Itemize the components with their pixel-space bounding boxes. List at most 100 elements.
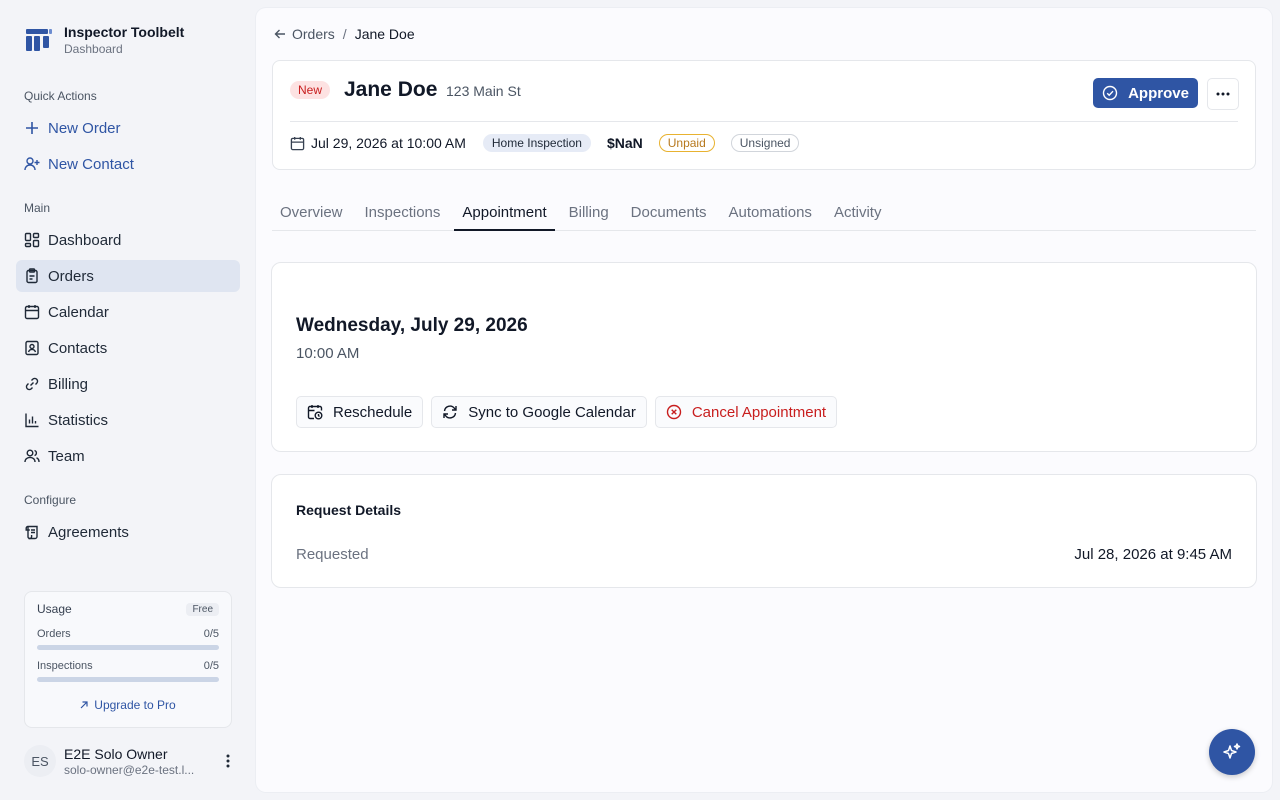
sidebar-item-billing[interactable]: Billing bbox=[16, 368, 240, 400]
sidebar-item-label: Statistics bbox=[48, 411, 109, 429]
requested-value: Jul 28, 2026 at 9:45 AM bbox=[1074, 546, 1232, 563]
reschedule-button[interactable]: Reschedule bbox=[296, 396, 424, 428]
main-heading: Main bbox=[24, 201, 51, 215]
sidebar-item-agreements[interactable]: Agreements bbox=[16, 516, 240, 548]
request-details-title: Request Details bbox=[296, 502, 402, 518]
inspections-usage-value: 0/5 bbox=[203, 660, 219, 672]
sidebar-item-calendar[interactable]: Calendar bbox=[16, 296, 240, 328]
dashboard-icon bbox=[24, 232, 40, 248]
new-contact-label: New Contact bbox=[48, 155, 134, 173]
tab-inspections[interactable]: Inspections bbox=[357, 200, 449, 231]
upgrade-label: Upgrade to Pro bbox=[94, 698, 176, 712]
sidebar-item-label: Orders bbox=[48, 267, 94, 285]
user-profile[interactable]: ES E2E Solo Owner solo-owner@e2e-test.l.… bbox=[24, 744, 240, 778]
order-datetime: Jul 29, 2026 at 10:00 AM bbox=[311, 135, 466, 151]
app-subtitle: Dashboard bbox=[64, 42, 123, 56]
sidebar-item-label: Calendar bbox=[48, 303, 109, 321]
refresh-icon bbox=[442, 404, 458, 420]
scroll-icon bbox=[24, 524, 40, 540]
property-address: 123 Main St bbox=[446, 83, 521, 99]
sparkles-icon bbox=[1222, 742, 1242, 762]
upgrade-link[interactable]: Upgrade to Pro bbox=[37, 698, 219, 712]
tab-billing[interactable]: Billing bbox=[561, 200, 617, 231]
sidebar-item-label: Agreements bbox=[48, 523, 129, 541]
tab-overview[interactable]: Overview bbox=[272, 200, 351, 231]
main-content: Orders / Jane Doe New Jane Doe 123 Main … bbox=[256, 8, 1272, 792]
brand[interactable]: Inspector Toolbelt Dashboard bbox=[16, 0, 240, 80]
more-options-button[interactable] bbox=[1207, 78, 1239, 110]
calendar-icon bbox=[290, 136, 305, 151]
reschedule-label: Reschedule bbox=[333, 403, 413, 421]
order-tabs: Overview Inspections Appointment Billing… bbox=[272, 200, 1256, 231]
appointment-date: Wednesday, July 29, 2026 bbox=[296, 315, 528, 336]
requested-label: Requested bbox=[296, 546, 369, 563]
avatar: ES bbox=[24, 745, 56, 777]
plus-icon bbox=[24, 120, 40, 136]
order-price: $NaN bbox=[606, 135, 643, 151]
sidebar-item-label: Contacts bbox=[48, 339, 108, 357]
breadcrumb-separator: / bbox=[342, 26, 347, 42]
link-icon bbox=[24, 376, 40, 392]
app-title: Inspector Toolbelt bbox=[64, 24, 185, 40]
appointment-card: Wednesday, July 29, 2026 10:00 AM Resche… bbox=[271, 262, 1257, 452]
sidebar-item-label: Billing bbox=[48, 375, 89, 393]
approve-label: Approve bbox=[1128, 84, 1189, 102]
inspections-usage-bar bbox=[37, 677, 219, 682]
quick-actions-heading: Quick Actions bbox=[24, 89, 97, 103]
breadcrumb-orders-link[interactable]: Orders bbox=[292, 26, 335, 42]
tab-documents[interactable]: Documents bbox=[623, 200, 715, 231]
request-details-card: Request Details Requested Jul 28, 2026 a… bbox=[271, 474, 1257, 588]
ellipsis-icon bbox=[1216, 92, 1230, 96]
bar-chart-icon bbox=[24, 412, 40, 428]
tab-activity[interactable]: Activity bbox=[826, 200, 890, 231]
tab-automations[interactable]: Automations bbox=[721, 200, 820, 231]
logo-icon bbox=[24, 25, 54, 55]
new-order-label: New Order bbox=[48, 119, 121, 137]
sidebar-item-orders[interactable]: Orders bbox=[16, 260, 240, 292]
clipboard-icon bbox=[24, 268, 40, 284]
sidebar-item-statistics[interactable]: Statistics bbox=[16, 404, 240, 436]
inspections-usage-label: Inspections bbox=[37, 660, 93, 672]
order-header-card: New Jane Doe 123 Main St Approve Jul 29,… bbox=[272, 60, 1256, 170]
orders-usage-value: 0/5 bbox=[203, 628, 219, 640]
orders-usage-bar bbox=[37, 645, 219, 650]
kebab-menu-icon[interactable] bbox=[220, 751, 236, 771]
ai-assistant-button[interactable] bbox=[1209, 729, 1255, 775]
sync-google-calendar-button[interactable]: Sync to Google Calendar bbox=[431, 396, 647, 428]
sidebar-item-contacts[interactable]: Contacts bbox=[16, 332, 240, 364]
users-icon bbox=[24, 448, 40, 464]
usage-panel: Usage Free Orders 0/5 Inspections 0/5 Up… bbox=[24, 591, 232, 728]
sidebar: Inspector Toolbelt Dashboard Quick Actio… bbox=[0, 0, 256, 800]
usage-title: Usage bbox=[37, 602, 72, 616]
user-plus-icon bbox=[24, 156, 40, 172]
cancel-appointment-button[interactable]: Cancel Appointment bbox=[654, 396, 838, 428]
user-email: solo-owner@e2e-test.l... bbox=[64, 762, 195, 777]
calendar-icon bbox=[24, 304, 40, 320]
sync-label: Sync to Google Calendar bbox=[468, 403, 636, 421]
user-name: E2E Solo Owner bbox=[64, 745, 168, 762]
arrow-up-right-icon bbox=[80, 701, 88, 709]
approve-button[interactable]: Approve bbox=[1093, 78, 1198, 108]
new-contact-button[interactable]: New Contact bbox=[16, 148, 240, 180]
sidebar-item-team[interactable]: Team bbox=[16, 440, 240, 472]
sidebar-item-label: Dashboard bbox=[48, 231, 122, 249]
sidebar-item-dashboard[interactable]: Dashboard bbox=[16, 224, 240, 256]
header-divider bbox=[290, 121, 1238, 122]
back-arrow-icon[interactable] bbox=[274, 28, 286, 40]
sidebar-item-label: Team bbox=[48, 447, 85, 465]
client-name: Jane Doe bbox=[344, 78, 438, 101]
cancel-label: Cancel Appointment bbox=[691, 403, 827, 421]
payment-status-badge: Unpaid bbox=[658, 134, 715, 152]
check-circle-icon bbox=[1102, 85, 1118, 101]
contact-card-icon bbox=[24, 340, 40, 356]
new-order-button[interactable]: New Order bbox=[16, 112, 240, 144]
order-meta: Jul 29, 2026 at 10:00 AM Home Inspection… bbox=[290, 134, 800, 152]
tab-appointment[interactable]: Appointment bbox=[454, 200, 555, 231]
status-badge: New bbox=[290, 81, 331, 99]
calendar-clock-icon bbox=[307, 404, 323, 420]
plan-badge: Free bbox=[186, 602, 219, 616]
orders-usage-label: Orders bbox=[37, 628, 71, 640]
appointment-time: 10:00 AM bbox=[296, 345, 360, 362]
breadcrumb-current: Jane Doe bbox=[354, 26, 415, 42]
agreement-status-badge: Unsigned bbox=[730, 134, 800, 152]
